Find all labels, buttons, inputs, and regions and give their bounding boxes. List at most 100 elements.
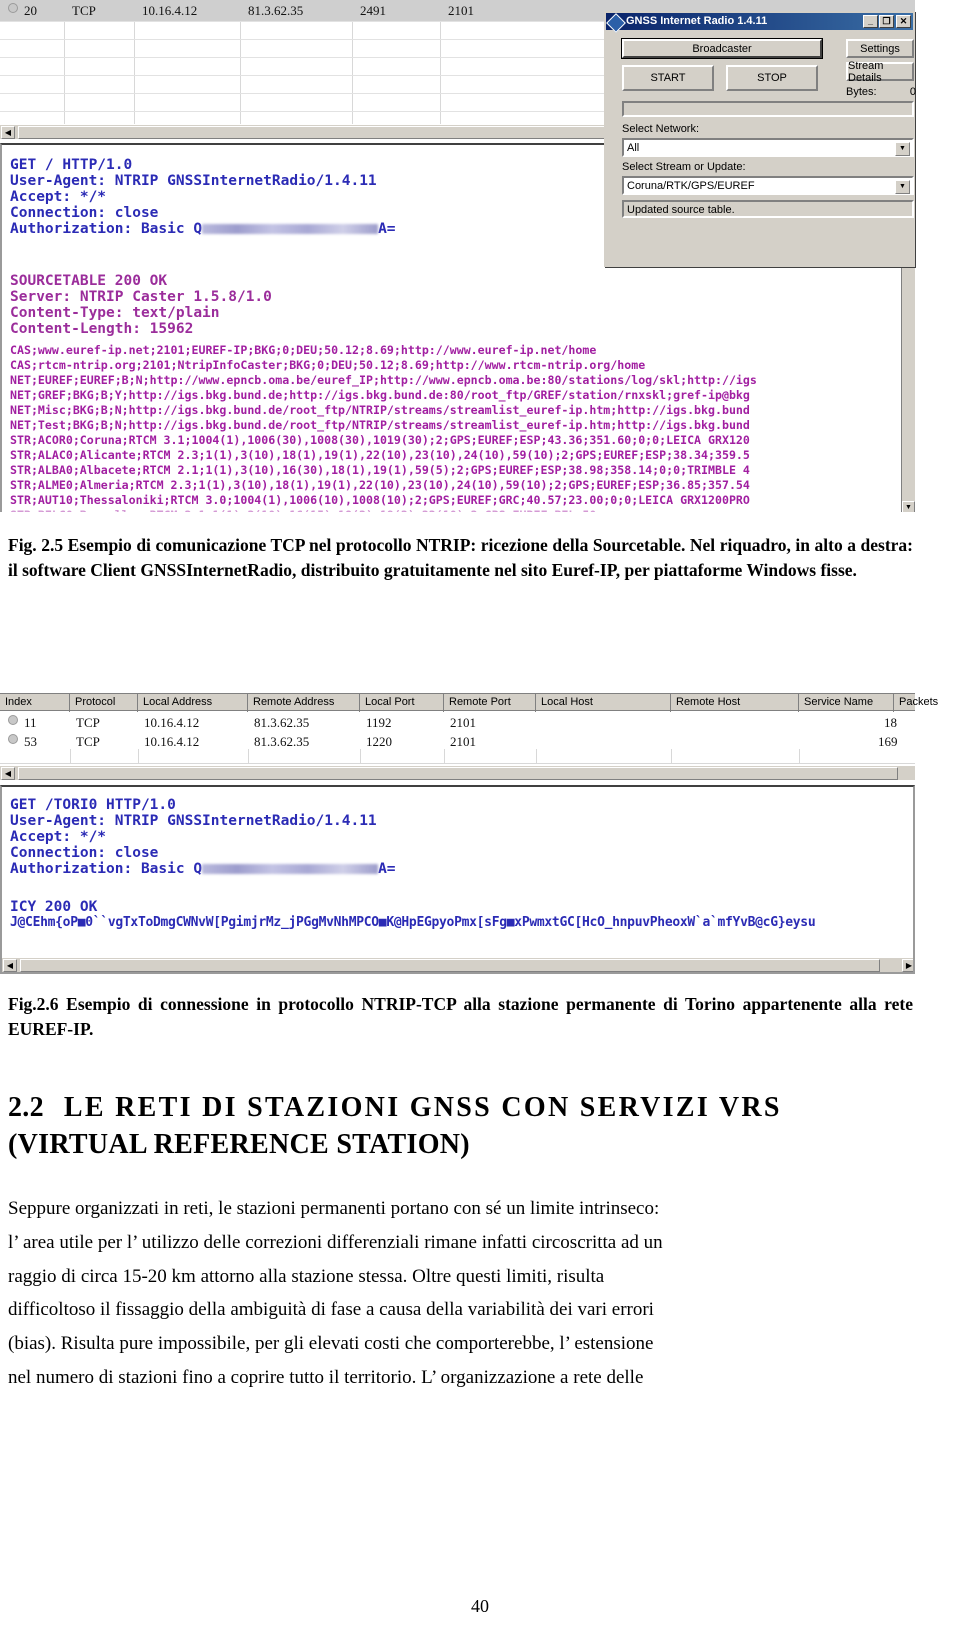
select-stream-combo[interactable]: Coruna/RTK/GPS/EUREF ▼ <box>622 176 914 195</box>
cell-local-address: 10.16.4.12 <box>144 715 200 730</box>
scroll-right-icon[interactable]: ▶ <box>902 959 913 972</box>
status-text: Updated source table. <box>622 200 914 218</box>
term2-line-0: GET /TORI0 HTTP/1.0 <box>10 797 176 813</box>
auth-prefix: Authorization: Basic Q <box>10 861 203 877</box>
term1-line-2: Accept: */* <box>10 189 107 205</box>
term1-line-1: User-Agent: NTRIP GNSSInternetRadio/1.4.… <box>10 173 377 189</box>
body-line-2-wrap: raggio di circa 15-20 km attorno alla st… <box>8 1260 913 1294</box>
scroll-down-icon[interactable]: ▼ <box>902 501 915 512</box>
sourcetable-line-3: NET;GREF;BKG;B;Y;http://igs.bkg.bund.de;… <box>10 388 750 402</box>
section-heading: 2.2 LE RETI DI STAZIONI GNSS CON SERVIZI… <box>8 1090 913 1164</box>
figure-2-screenshot: Index Protocol Local Address Remote Addr… <box>0 693 938 974</box>
redacted-credentials <box>202 864 379 874</box>
col-packets[interactable]: Packets <box>894 694 938 712</box>
section-title-line1: LE RETI DI STAZIONI GNSS CON SERVIZI VRS <box>63 1092 782 1123</box>
cell-protocol: TCP <box>76 715 100 730</box>
sourcetable-line-4: NET;Misc;BKG;B;N;http://igs.bkg.bund.de/… <box>10 403 750 417</box>
body-paragraph: Seppure organizzati in reti, le stazioni… <box>8 1192 913 1395</box>
col-remote-port[interactable]: Remote Port <box>444 694 536 712</box>
term1-line-0: GET / HTTP/1.0 <box>10 157 133 173</box>
cell-index: 53 <box>24 734 37 749</box>
sourcetable-line-partial: STR;BELG0;Bruxelles;RTCM 2.1;1(1),3(10),… <box>10 508 603 512</box>
select-network-label: Select Network: <box>622 123 700 135</box>
scroll-thumb[interactable] <box>20 959 880 972</box>
cell-local-address: 10.16.4.12 <box>142 3 198 18</box>
cell-packets: 18 <box>884 715 897 730</box>
app-icon <box>606 13 626 33</box>
cell-local-port: 1220 <box>366 734 392 749</box>
maximize-button[interactable]: ❐ <box>879 15 894 28</box>
body-line-5-wrap: nel numero di stazioni fino a coprire tu… <box>8 1361 913 1395</box>
term2-line-1: User-Agent: NTRIP GNSSInternetRadio/1.4.… <box>10 813 377 829</box>
cell-remote-address: 81.3.62.35 <box>254 734 310 749</box>
table-row[interactable]: 11 TCP 10.16.4.12 81.3.62.35 1192 2101 1… <box>0 712 915 730</box>
term1-resp-3: Content-Length: 15962 <box>10 321 194 337</box>
body-line-5: nel numero di stazioni fino a coprire tu… <box>8 1367 644 1389</box>
chevron-down-icon[interactable]: ▼ <box>895 142 910 156</box>
section-number: 2.2 <box>8 1092 44 1123</box>
select-network-combo[interactable]: All ▼ <box>622 138 914 157</box>
sourcetable-line-1: CAS;rtcm-ntrip.org;2101;NtripInfoCaster;… <box>10 358 646 372</box>
select-stream-label: Select Stream or Update: <box>622 161 746 173</box>
col-remote-address[interactable]: Remote Address <box>248 694 360 712</box>
figure-1-caption: Fig. 2.5 Esempio di comunicazione TCP ne… <box>8 535 913 580</box>
term2-binary-line: J@CEhm{oP■0``vgTxToDmgCWNvW[PgimjrMz_jPG… <box>10 915 816 930</box>
select-stream-value: Coruna/RTK/GPS/EUREF <box>627 180 755 192</box>
col-protocol[interactable]: Protocol <box>70 694 138 712</box>
figure-1-screenshot: 20 TCP 10.16.4.12 81.3.62.35 2491 2101 ◀… <box>0 0 916 512</box>
term2-response-status: ICY 200 OK <box>10 899 98 915</box>
page-number: 40 <box>471 1596 489 1616</box>
cell-protocol: TCP <box>76 734 100 749</box>
figure-2-caption: Fig.2.6 Esempio di connessione in protoc… <box>8 994 913 1039</box>
document-page: 20 TCP 10.16.4.12 81.3.62.35 2491 2101 ◀… <box>0 0 960 1646</box>
cell-local-port: 2491 <box>360 3 386 18</box>
scroll-left-icon[interactable]: ◀ <box>3 959 17 972</box>
cell-remote-port: 2101 <box>450 715 476 730</box>
stream-details-button[interactable]: Stream Details <box>846 60 914 84</box>
scroll-left-icon[interactable]: ◀ <box>1 767 15 780</box>
window-titlebar[interactable]: GNSS Internet Radio 1.4.11 _ ❐ ✕ <box>606 13 913 33</box>
col-local-address[interactable]: Local Address <box>138 694 248 712</box>
auth-suffix: A= <box>378 861 396 877</box>
sourcetable-line-2: NET;EUREF;EUREF;B;N;http://www.epncb.oma… <box>10 373 757 387</box>
empty-row <box>0 749 915 764</box>
term1-resp-2: Content-Type: text/plain <box>10 305 220 321</box>
term1-auth-line: Authorization: Basic Q A= <box>10 221 396 237</box>
chevron-down-icon-2[interactable]: ▼ <box>895 180 910 194</box>
row-indicator-icon <box>8 734 18 744</box>
cell-remote-address: 81.3.62.35 <box>248 3 304 18</box>
col-remote-host[interactable]: Remote Host <box>671 694 799 712</box>
figure2-hscrollbar[interactable]: ◀ <box>0 765 915 780</box>
col-service-name[interactable]: Service Name <box>799 694 894 712</box>
row-indicator-icon <box>8 715 18 725</box>
sourcetable-line-5: NET;Test;BKG;B;N;http://igs.bkg.bund.de/… <box>10 418 750 432</box>
body-line-3: difficoltoso il fissaggio della ambiguit… <box>8 1299 654 1321</box>
cell-local-port: 1192 <box>366 715 392 730</box>
settings-button[interactable]: Settings <box>846 39 914 58</box>
bytes-label: Bytes: <box>846 86 877 98</box>
body-line-1-wrap: l’ area utile per l’ utilizzo delle corr… <box>8 1226 913 1260</box>
window-title: GNSS Internet Radio 1.4.11 <box>626 15 768 27</box>
sourcetable-line-7: STR;ALAC0;Alicante;RTCM 2.3;1(1),3(10),1… <box>10 448 750 462</box>
cell-remote-port: 2101 <box>448 3 474 18</box>
gnss-internet-radio-window[interactable]: GNSS Internet Radio 1.4.11 _ ❐ ✕ Broadca… <box>604 11 916 267</box>
col-index[interactable]: Index <box>0 694 70 712</box>
terminal2-hscrollbar[interactable]: ◀ ▶ <box>2 957 913 972</box>
cell-remote-port: 2101 <box>450 734 476 749</box>
col-local-host[interactable]: Local Host <box>536 694 671 712</box>
col-local-port[interactable]: Local Port <box>360 694 444 712</box>
stop-button[interactable]: STOP <box>726 65 818 91</box>
scroll-left-icon[interactable]: ◀ <box>1 126 15 139</box>
body-line-0: Seppure organizzati in reti, le stazioni… <box>8 1198 660 1219</box>
term1-resp-1: Server: NTRIP Caster 1.5.8/1.0 <box>10 289 272 305</box>
start-button[interactable]: START <box>622 65 714 91</box>
broadcaster-button[interactable]: Broadcaster <box>621 38 823 59</box>
body-line-4: (bias). Risulta pure impossibile, per gl… <box>8 1333 654 1355</box>
transfer-progress-bar <box>622 101 914 117</box>
minimize-button[interactable]: _ <box>863 15 878 28</box>
scroll-thumb[interactable] <box>18 767 898 780</box>
close-button[interactable]: ✕ <box>896 15 911 28</box>
sourcetable-line-6: STR;ACOR0;Coruna;RTCM 3.1;1004(1),1006(3… <box>10 433 750 447</box>
cell-index: 11 <box>24 715 37 730</box>
table-row[interactable]: 53 TCP 10.16.4.12 81.3.62.35 1220 2101 1… <box>0 731 915 749</box>
